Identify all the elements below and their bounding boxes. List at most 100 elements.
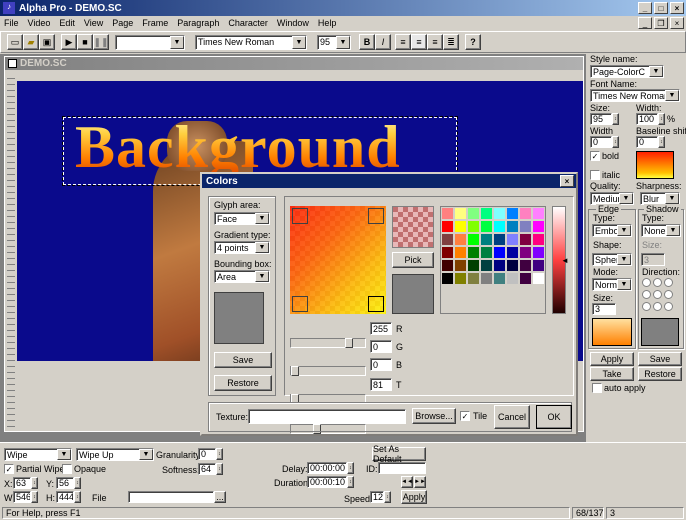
palette-swatch[interactable] (454, 233, 467, 246)
shadow-size-field[interactable]: 3 (641, 253, 665, 266)
take-button[interactable]: Take (590, 367, 634, 381)
file-field[interactable] (128, 491, 214, 503)
palette-swatch[interactable] (506, 272, 519, 285)
transition-apply-button[interactable]: Apply (401, 490, 427, 504)
next-arrow-button[interactable]: ►► (414, 476, 426, 488)
b-field[interactable]: 0 (370, 358, 392, 371)
gradient-corner-handle[interactable] (368, 208, 384, 224)
apply-button[interactable]: Apply (590, 352, 634, 366)
direction-radio[interactable] (653, 302, 662, 311)
duration-field[interactable]: 00:00:10 (307, 476, 347, 488)
menu-page[interactable]: Page (112, 18, 133, 28)
prev-arrow-button[interactable]: ◄◄ (401, 476, 413, 488)
face-gradient-swatch[interactable] (636, 151, 674, 179)
id-field[interactable] (378, 462, 426, 474)
gradient-corner-handle[interactable] (368, 296, 384, 312)
t-field[interactable]: 81 (370, 378, 392, 391)
palette-swatch[interactable] (441, 207, 454, 220)
palette-swatch[interactable] (441, 233, 454, 246)
delay-spinner[interactable]: ↕ (347, 462, 354, 474)
palette-swatch[interactable] (532, 259, 545, 272)
palette-swatch[interactable] (532, 272, 545, 285)
h-spinner[interactable]: ↕ (74, 491, 81, 503)
pick-button[interactable]: Pick (392, 252, 434, 268)
palette-swatch[interactable] (532, 220, 545, 233)
palette-swatch[interactable] (519, 259, 532, 272)
palette-swatch[interactable] (454, 272, 467, 285)
align-justify-icon[interactable]: ≣ (443, 34, 459, 50)
width-field[interactable]: 100 (636, 113, 658, 125)
r-field[interactable]: 255 (370, 322, 392, 335)
play-icon[interactable]: ▶ (61, 34, 77, 50)
ok-button[interactable]: OK (536, 405, 572, 429)
direction-radio[interactable] (664, 302, 673, 311)
partial-wipe-checkbox[interactable]: ✓ (4, 464, 14, 474)
direction-radio[interactable] (642, 290, 651, 299)
r-slider[interactable] (290, 338, 366, 348)
softness-field[interactable]: 64 (198, 463, 216, 475)
w-spinner[interactable]: ↕ (31, 491, 38, 503)
font-select[interactable]: Times New Roman ▼ (195, 34, 307, 50)
app-minimize-button[interactable]: _ (638, 2, 652, 14)
restore-style-button[interactable]: Restore (638, 367, 682, 381)
palette-swatch[interactable] (532, 246, 545, 259)
direction-radio[interactable] (664, 290, 673, 299)
auto-apply-checkbox[interactable] (592, 383, 602, 393)
direction-radio[interactable] (653, 278, 662, 287)
palette-swatch[interactable] (467, 207, 480, 220)
bold-button[interactable]: B (359, 34, 375, 50)
w-field[interactable]: 546 (13, 491, 31, 503)
delay-field[interactable]: 00:00:00 (307, 462, 347, 474)
gradient-type-select[interactable]: 4 points ▼ (214, 241, 270, 254)
palette-swatch[interactable] (454, 259, 467, 272)
gradient-corner-handle[interactable] (292, 296, 308, 312)
tile-checkbox[interactable]: ✓ (460, 411, 470, 421)
size-field[interactable]: 95 (590, 113, 612, 125)
open-folder-icon[interactable]: ▰ (23, 34, 39, 50)
gradient-corner-handle[interactable] (292, 208, 308, 224)
colors-save-button[interactable]: Save (214, 352, 272, 368)
palette-swatch[interactable] (467, 220, 480, 233)
palette-swatch[interactable] (493, 272, 506, 285)
cancel-button[interactable]: Cancel (494, 405, 530, 429)
edge-type-select[interactable]: Emboss▼ (592, 224, 632, 237)
align-center-icon[interactable]: ≡ (411, 34, 427, 50)
menu-window[interactable]: Window (277, 18, 309, 28)
help-pointer-icon[interactable]: ? (465, 34, 481, 50)
mode-select[interactable]: Normal▼ (592, 278, 632, 291)
glyph-area-select[interactable]: Face ▼ (214, 212, 270, 225)
wipe-select[interactable]: Wipe ▼ (4, 448, 72, 461)
app-maximize-button[interactable]: □ (654, 2, 668, 14)
speed-field[interactable]: 12 (370, 491, 384, 503)
g-field[interactable]: 0 (370, 340, 392, 353)
palette-swatch[interactable] (480, 233, 493, 246)
italic-button[interactable]: I (375, 34, 391, 50)
menu-view[interactable]: View (84, 18, 103, 28)
palette-swatch[interactable] (441, 259, 454, 272)
menu-paragraph[interactable]: Paragraph (177, 18, 219, 28)
baseline-spinner[interactable]: ↕ (658, 136, 665, 148)
palette-swatch[interactable] (506, 220, 519, 233)
palette-swatch[interactable] (467, 233, 480, 246)
menu-edit[interactable]: Edit (59, 18, 75, 28)
italic-checkbox[interactable] (590, 170, 600, 180)
edge-size-field[interactable]: 3 (592, 303, 616, 315)
width2-spinner[interactable]: ↕ (612, 136, 619, 148)
wipe-direction-select[interactable]: Wipe Up ▼ (76, 448, 154, 461)
menu-file[interactable]: File (4, 18, 19, 28)
palette-swatch[interactable] (493, 220, 506, 233)
direction-radios[interactable] (642, 278, 678, 311)
palette-swatch[interactable] (480, 246, 493, 259)
font-name-select[interactable]: Times New Roman ▼ (590, 89, 680, 102)
palette-swatch[interactable] (480, 259, 493, 272)
palette-swatch[interactable] (493, 233, 506, 246)
y-spinner[interactable]: ↕ (74, 477, 81, 489)
width-spinner[interactable]: ↕ (658, 113, 665, 125)
duration-spinner[interactable]: ↕ (347, 476, 354, 488)
style-name-select[interactable]: Page-ColorC ▼ (590, 65, 664, 78)
palette-swatch[interactable] (480, 272, 493, 285)
palette-swatch[interactable] (519, 233, 532, 246)
menu-frame[interactable]: Frame (142, 18, 168, 28)
palette-swatch[interactable] (519, 220, 532, 233)
palette-swatch[interactable] (454, 220, 467, 233)
